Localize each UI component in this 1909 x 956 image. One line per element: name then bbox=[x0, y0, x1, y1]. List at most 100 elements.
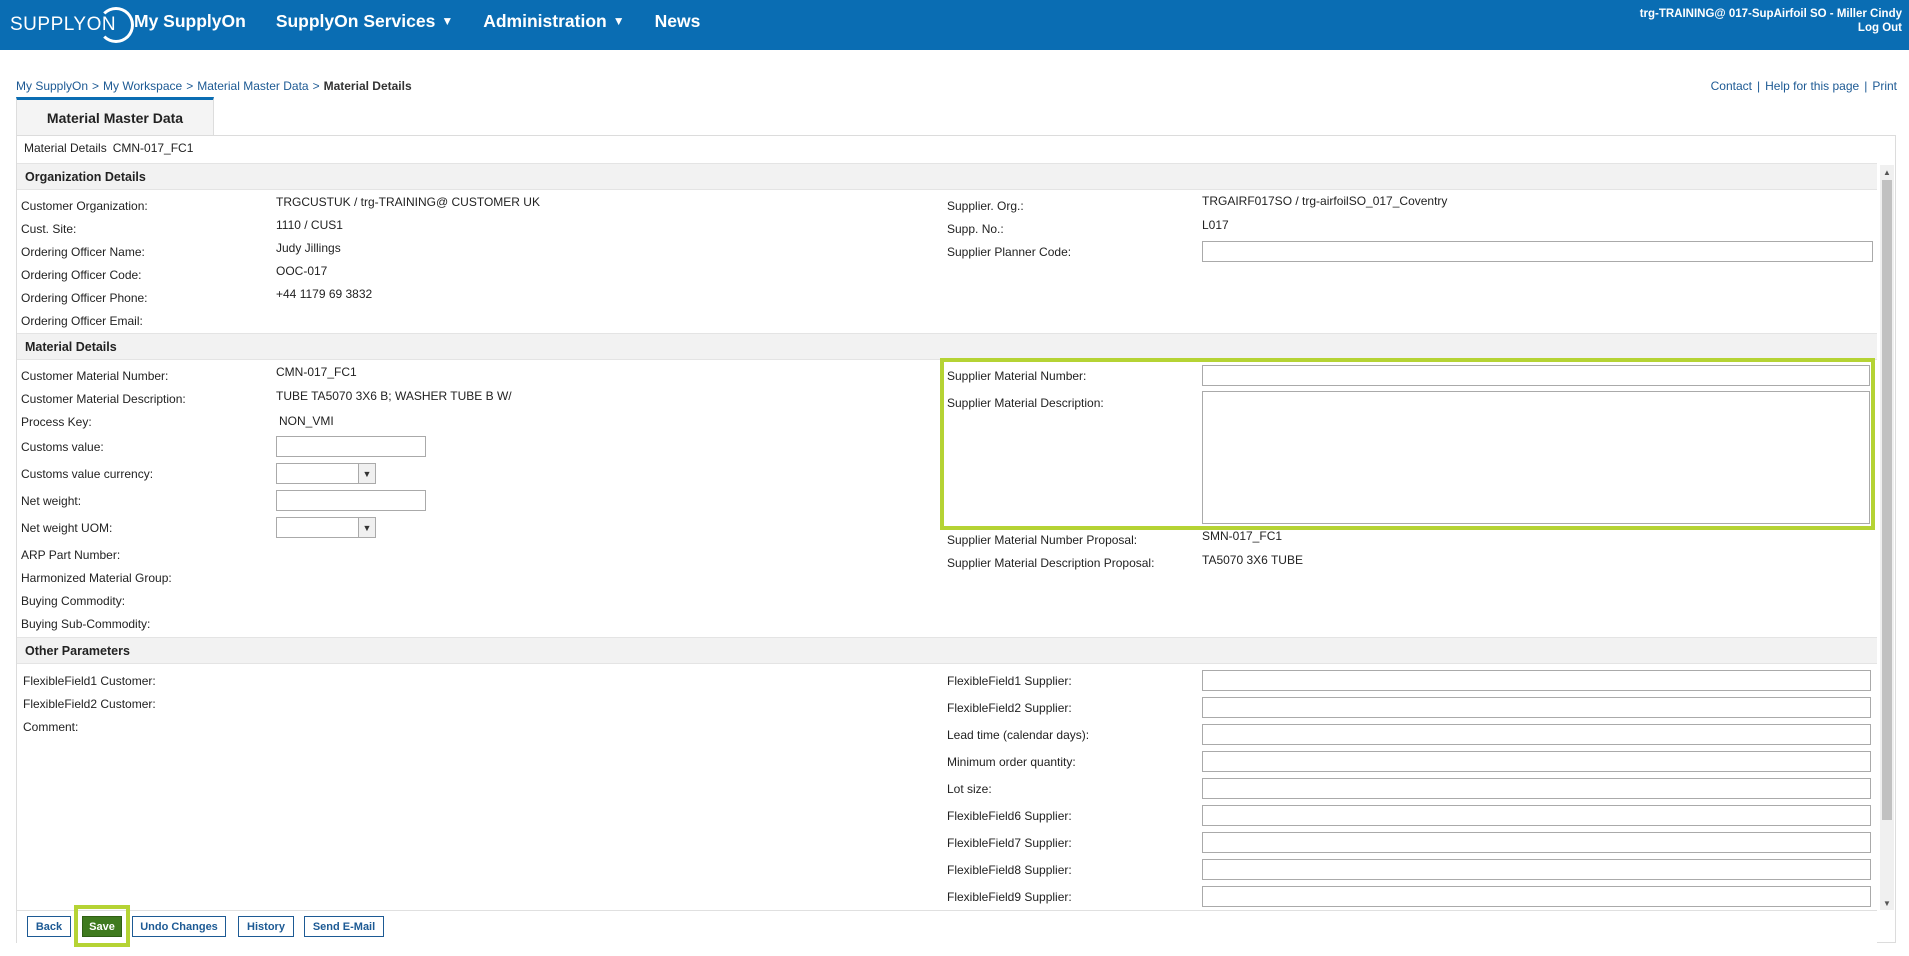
top-links: Contact | Help for this page | Print bbox=[1711, 79, 1897, 93]
label-ordering-officer-email: Ordering Officer Email: bbox=[21, 314, 143, 328]
label-supplier-org: Supplier. Org.: bbox=[947, 199, 1024, 213]
label-buying-commodity: Buying Commodity: bbox=[21, 594, 126, 608]
value-ordering-officer-code: OOC-017 bbox=[276, 264, 328, 278]
link-divider: | bbox=[1864, 79, 1868, 93]
label-customs-value: Customs value: bbox=[21, 440, 104, 454]
back-button[interactable]: Back bbox=[27, 916, 71, 937]
label-customs-value-currency: Customs value currency: bbox=[21, 467, 154, 481]
flexiblefield9-supplier-input[interactable] bbox=[1202, 886, 1871, 907]
label-net-weight: Net weight: bbox=[21, 494, 82, 508]
flexiblefield7-supplier-input[interactable] bbox=[1202, 832, 1871, 853]
flexiblefield2-supplier-input[interactable] bbox=[1202, 697, 1871, 718]
section-other-parameters: Other Parameters bbox=[17, 637, 1877, 664]
breadcrumb-my-workspace[interactable]: My Workspace bbox=[103, 79, 182, 93]
value-ordering-officer-phone: +44 1179 69 3832 bbox=[276, 287, 373, 301]
flexiblefield1-supplier-input[interactable] bbox=[1202, 670, 1871, 691]
label-supplier-material-number-proposal: Supplier Material Number Proposal: bbox=[947, 533, 1138, 547]
link-divider: | bbox=[1757, 79, 1761, 93]
label-ordering-officer-name: Ordering Officer Name: bbox=[21, 245, 145, 259]
nav-my-supplyon[interactable]: My SupplyOn bbox=[134, 11, 246, 32]
label-comment: Comment: bbox=[23, 720, 79, 734]
scroll-down-icon[interactable]: ▼ bbox=[1880, 896, 1894, 910]
material-header: Material Details CMN-017_FC1 bbox=[24, 141, 193, 155]
supplier-planner-code-input[interactable] bbox=[1202, 241, 1873, 262]
breadcrumb-separator: > bbox=[312, 79, 320, 93]
nav-supplyon-services[interactable]: SupplyOn Services ▼ bbox=[276, 11, 453, 32]
label-customer-organization: Customer Organization: bbox=[21, 199, 148, 213]
label-flexiblefield8-supplier: FlexibleField8 Supplier: bbox=[947, 863, 1072, 877]
value-supplier-material-number-proposal: SMN-017_FC1 bbox=[1202, 529, 1283, 543]
tab-material-master-data[interactable]: Material Master Data bbox=[16, 97, 214, 135]
breadcrumb: My SupplyOn > My Workspace > Material Master… bbox=[16, 79, 412, 93]
label-net-weight-uom: Net weight UOM: bbox=[21, 521, 113, 535]
nav-news[interactable]: News bbox=[655, 11, 701, 32]
user-name: trg-TRAINING@ 017-SupAirfoil SO - Miller… bbox=[1639, 8, 1902, 20]
label-arp-part-number: ARP Part Number: bbox=[21, 548, 121, 562]
label-customer-material-description: Customer Material Description: bbox=[21, 392, 186, 406]
label-process-key: Process Key: bbox=[21, 415, 92, 429]
label-flexiblefield9-supplier: FlexibleField9 Supplier: bbox=[947, 890, 1072, 904]
top-navigation-bar: SUPPLYON My SupplyOn SupplyOn Services ▼ … bbox=[0, 0, 1909, 50]
logo-ring-icon bbox=[98, 7, 135, 43]
contact-link[interactable]: Contact bbox=[1711, 79, 1752, 93]
logout-link[interactable]: Log Out bbox=[1640, 21, 1902, 35]
nav-administration[interactable]: Administration ▼ bbox=[483, 11, 624, 32]
label-buying-sub-commodity: Buying Sub-Commodity: bbox=[21, 617, 151, 631]
lead-time-input[interactable] bbox=[1202, 724, 1871, 745]
label-flexiblefield7-supplier: FlexibleField7 Supplier: bbox=[947, 836, 1072, 850]
value-supplier-material-description-proposal: TA5070 3X6 TUBE bbox=[1202, 553, 1303, 567]
highlight-supplier-material-fields bbox=[940, 358, 1875, 530]
label-supplier-material-description-proposal: Supplier Material Description Proposal: bbox=[947, 556, 1155, 570]
chevron-down-icon: ▼ bbox=[358, 464, 375, 483]
nav-label: My SupplyOn bbox=[134, 10, 246, 31]
breadcrumb-my-supplyon[interactable]: My SupplyOn bbox=[16, 79, 88, 93]
label-ordering-officer-phone: Ordering Officer Phone: bbox=[21, 291, 148, 305]
material-header-value: CMN-017_FC1 bbox=[112, 141, 194, 155]
scrollbar-thumb[interactable] bbox=[1882, 180, 1892, 820]
undo-changes-button[interactable]: Undo Changes bbox=[132, 916, 226, 937]
print-link[interactable]: Print bbox=[1872, 79, 1897, 93]
button-bar bbox=[17, 910, 1877, 943]
label-lead-time: Lead time (calendar days): bbox=[947, 728, 1090, 742]
supplyon-logo[interactable]: SUPPLYON bbox=[10, 7, 135, 43]
breadcrumb-separator: > bbox=[186, 79, 194, 93]
scroll-up-icon[interactable]: ▲ bbox=[1880, 165, 1894, 179]
label-flexiblefield1-customer: FlexibleField1 Customer: bbox=[23, 674, 156, 688]
customs-value-input[interactable] bbox=[276, 436, 426, 457]
vertical-scrollbar[interactable]: ▲ ▼ bbox=[1880, 165, 1894, 910]
save-button[interactable]: Save bbox=[82, 916, 122, 937]
net-weight-input[interactable] bbox=[276, 490, 426, 511]
main-nav: My SupplyOn SupplyOn Services ▼ Administr… bbox=[134, 0, 730, 42]
nav-label: News bbox=[654, 10, 701, 31]
label-customer-material-number: Customer Material Number: bbox=[21, 369, 169, 383]
send-email-button[interactable]: Send E-Mail bbox=[304, 916, 384, 937]
value-customer-organization: TRGCUSTUK / trg-TRAINING@ CUSTOMER UK bbox=[276, 195, 540, 209]
label-cust-site: Cust. Site: bbox=[21, 222, 77, 236]
chevron-down-icon: ▼ bbox=[358, 518, 375, 537]
label-flexiblefield1-supplier: FlexibleField1 Supplier: bbox=[947, 674, 1072, 688]
caret-down-icon: ▼ bbox=[441, 14, 454, 28]
help-link[interactable]: Help for this page bbox=[1765, 79, 1859, 93]
label-ordering-officer-code: Ordering Officer Code: bbox=[21, 268, 142, 282]
label-flexiblefield2-customer: FlexibleField2 Customer: bbox=[23, 697, 156, 711]
lot-size-input[interactable] bbox=[1202, 778, 1871, 799]
breadcrumb-material-master-data[interactable]: Material Master Data bbox=[197, 79, 308, 93]
breadcrumb-current: Material Details bbox=[323, 79, 412, 93]
history-button[interactable]: History bbox=[238, 916, 294, 937]
label-lot-size: Lot size: bbox=[947, 782, 992, 796]
flexiblefield6-supplier-input[interactable] bbox=[1202, 805, 1871, 826]
material-header-label: Material Details bbox=[24, 141, 107, 155]
label-flexiblefield2-supplier: FlexibleField2 Supplier: bbox=[947, 701, 1072, 715]
value-process-key: NON_VMI bbox=[279, 414, 334, 428]
label-supp-no: Supp. No.: bbox=[947, 222, 1004, 236]
net-weight-uom-select[interactable]: ▼ bbox=[276, 517, 376, 538]
label-harmonized-material-group: Harmonized Material Group: bbox=[21, 571, 172, 585]
value-cust-site: 1110 / CUS1 bbox=[276, 218, 343, 232]
label-supplier-planner-code: Supplier Planner Code: bbox=[947, 245, 1072, 259]
minimum-order-quantity-input[interactable] bbox=[1202, 751, 1871, 772]
value-customer-material-description: TUBE TA5070 3X6 B; WASHER TUBE B W/ bbox=[276, 389, 512, 403]
customs-value-currency-select[interactable]: ▼ bbox=[276, 463, 376, 484]
value-customer-material-number: CMN-017_FC1 bbox=[276, 365, 357, 379]
section-organization-details: Organization Details bbox=[17, 163, 1877, 190]
flexiblefield8-supplier-input[interactable] bbox=[1202, 859, 1871, 880]
